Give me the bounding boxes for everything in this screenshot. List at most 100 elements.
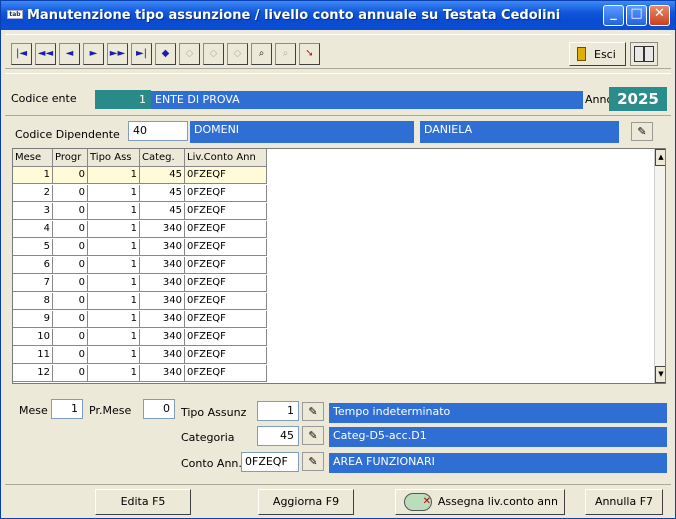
- table-cell[interactable]: 0: [53, 311, 88, 328]
- table-cell[interactable]: 9: [13, 311, 53, 328]
- table-cell[interactable]: 4: [13, 221, 53, 238]
- table-cell[interactable]: 340: [140, 275, 185, 292]
- table-cell[interactable]: 0FZEQF: [185, 221, 267, 238]
- table-cell[interactable]: 340: [140, 329, 185, 346]
- table-cell[interactable]: 3: [13, 203, 53, 220]
- table-cell[interactable]: 340: [140, 239, 185, 256]
- table-cell[interactable]: 6: [13, 257, 53, 274]
- table-cell[interactable]: 8: [13, 293, 53, 310]
- table-cell[interactable]: 0FZEQF: [185, 365, 267, 382]
- table-cell[interactable]: 7: [13, 275, 53, 292]
- lookup-tipo-icon[interactable]: ✎: [302, 402, 324, 421]
- table-cell[interactable]: 1: [88, 329, 140, 346]
- lookup-conto-icon[interactable]: ✎: [302, 452, 324, 471]
- table-cell[interactable]: 340: [140, 257, 185, 274]
- scroll-up-icon[interactable]: ▲: [655, 149, 665, 166]
- table-cell[interactable]: 1: [88, 365, 140, 382]
- table-cell[interactable]: 1: [88, 311, 140, 328]
- maximize-button[interactable]: □: [626, 5, 647, 26]
- codice-dipendente-field[interactable]: 40: [128, 121, 188, 141]
- table-cell[interactable]: 0FZEQF: [185, 275, 267, 292]
- search-advanced-icon[interactable]: ⌕: [275, 43, 296, 65]
- next-record-icon[interactable]: ►: [83, 43, 104, 65]
- table-cell[interactable]: 0FZEQF: [185, 257, 267, 274]
- table-cell[interactable]: 340: [140, 221, 185, 238]
- table-cell[interactable]: 340: [140, 347, 185, 364]
- table-cell[interactable]: 1: [88, 275, 140, 292]
- title-bar[interactable]: tab Manutenzione tipo assunzione / livel…: [1, 1, 675, 30]
- months-table[interactable]: Mese Progr Tipo Ass Categ. Liv.Conto Ann…: [12, 148, 666, 384]
- lookup-categoria-icon[interactable]: ✎: [302, 426, 324, 445]
- table-cell[interactable]: 2: [13, 185, 53, 202]
- close-button[interactable]: ✕: [649, 5, 670, 26]
- table-cell[interactable]: 0FZEQF: [185, 239, 267, 256]
- edit-record-icon[interactable]: ◇: [179, 43, 200, 65]
- scroll-down-icon[interactable]: ▼: [655, 366, 665, 383]
- table-cell[interactable]: 0FZEQF: [185, 329, 267, 346]
- table-cell[interactable]: 1: [88, 347, 140, 364]
- table-cell[interactable]: 0: [53, 239, 88, 256]
- table-cell[interactable]: 1: [13, 167, 53, 184]
- table-cell[interactable]: 45: [140, 185, 185, 202]
- table-cell[interactable]: 0: [53, 275, 88, 292]
- search-icon[interactable]: ⌕: [251, 43, 272, 65]
- col-progr[interactable]: Progr: [53, 149, 88, 167]
- vertical-scrollbar[interactable]: ▲ ▼: [654, 149, 665, 383]
- col-mese[interactable]: Mese: [13, 149, 53, 167]
- table-cell[interactable]: 1: [88, 239, 140, 256]
- table-cell[interactable]: 12: [13, 365, 53, 382]
- table-cell[interactable]: 340: [140, 365, 185, 382]
- table-cell[interactable]: 0FZEQF: [185, 167, 267, 184]
- table-cell[interactable]: 0FZEQF: [185, 293, 267, 310]
- categoria-field[interactable]: 45: [257, 426, 299, 446]
- table-cell[interactable]: 10: [13, 329, 53, 346]
- table-cell[interactable]: 0: [53, 329, 88, 346]
- prev-record-icon[interactable]: ◄: [59, 43, 80, 65]
- table-cell[interactable]: 0FZEQF: [185, 203, 267, 220]
- table-cell[interactable]: 0FZEQF: [185, 347, 267, 364]
- table-cell[interactable]: 1: [88, 293, 140, 310]
- table-cell[interactable]: 0: [53, 167, 88, 184]
- table-cell[interactable]: 45: [140, 167, 185, 184]
- codice-ente-field[interactable]: 1: [95, 90, 151, 109]
- table-cell[interactable]: 340: [140, 293, 185, 310]
- exit-button[interactable]: Esci: [569, 42, 626, 66]
- tipo-assunz-field[interactable]: 1: [257, 401, 299, 421]
- table-cell[interactable]: 0: [53, 185, 88, 202]
- table-cell[interactable]: 5: [13, 239, 53, 256]
- col-tipo-ass[interactable]: Tipo Ass: [88, 149, 140, 167]
- table-cell[interactable]: 340: [140, 311, 185, 328]
- lookup-dipendente-icon[interactable]: ✎: [631, 122, 653, 141]
- delete-record-icon[interactable]: ◇: [203, 43, 224, 65]
- col-liv-conto[interactable]: Liv.Conto Ann: [185, 149, 267, 167]
- table-cell[interactable]: 0: [53, 347, 88, 364]
- last-record-icon[interactable]: ►|: [131, 43, 152, 65]
- table-cell[interactable]: 11: [13, 347, 53, 364]
- table-cell[interactable]: 0: [53, 365, 88, 382]
- table-cell[interactable]: 1: [88, 257, 140, 274]
- table-cell[interactable]: 0: [53, 203, 88, 220]
- table-cell[interactable]: 0: [53, 293, 88, 310]
- conto-ann-field[interactable]: 0FZEQF: [241, 452, 299, 472]
- mese-field[interactable]: 1: [51, 399, 83, 419]
- table-cell[interactable]: 1: [88, 221, 140, 238]
- prmese-field[interactable]: 0: [143, 399, 175, 419]
- assign-level-button[interactable]: ✕ Assegna liv.conto ann: [395, 489, 565, 515]
- edit-button[interactable]: Edita F5: [95, 489, 191, 515]
- table-cell[interactable]: 1: [88, 203, 140, 220]
- table-cell[interactable]: 45: [140, 203, 185, 220]
- minimize-button[interactable]: _: [603, 5, 624, 26]
- col-categ[interactable]: Categ.: [140, 149, 185, 167]
- next-page-icon[interactable]: ►►: [107, 43, 128, 65]
- prev-page-icon[interactable]: ◄◄: [35, 43, 56, 65]
- table-cell[interactable]: 0: [53, 257, 88, 274]
- table-cell[interactable]: 1: [88, 167, 140, 184]
- table-cell[interactable]: 0: [53, 221, 88, 238]
- cancel-button[interactable]: Annulla F7: [585, 489, 663, 515]
- save-record-icon[interactable]: ◇: [227, 43, 248, 65]
- table-cell[interactable]: 0FZEQF: [185, 311, 267, 328]
- help-book-icon[interactable]: [630, 42, 658, 66]
- filter-icon[interactable]: ➘: [299, 43, 320, 65]
- table-cell[interactable]: 0FZEQF: [185, 185, 267, 202]
- new-record-icon[interactable]: ◆: [155, 43, 176, 65]
